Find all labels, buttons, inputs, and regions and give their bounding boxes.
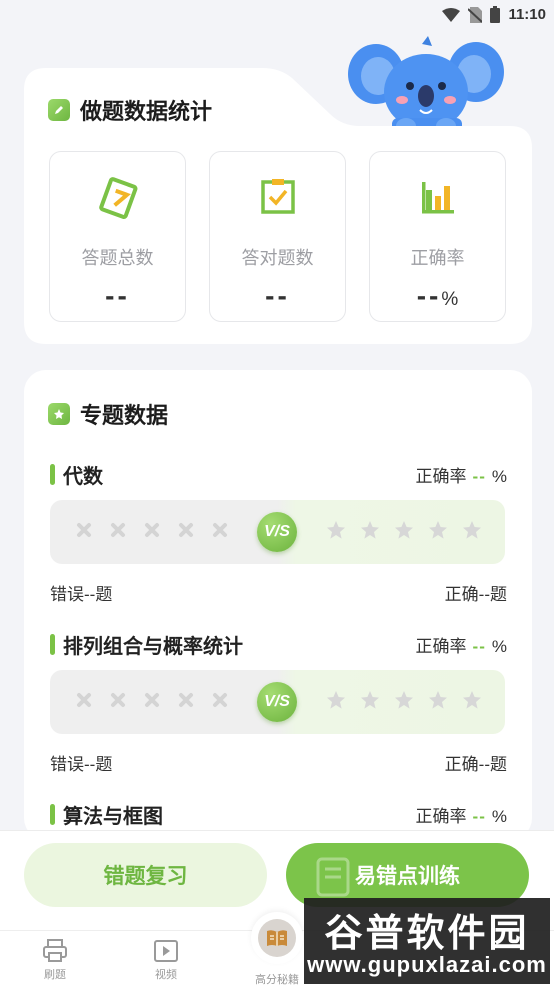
star-icon (429, 521, 447, 539)
tab-practice[interactable]: 刷题 (20, 939, 90, 982)
wifi-icon (442, 7, 461, 22)
cross-icon (179, 523, 193, 537)
tab-label: 视频 (155, 969, 177, 981)
high-score-book-button[interactable] (251, 912, 303, 964)
no-sim-icon (468, 6, 483, 23)
stat-label: 答对题数 (241, 248, 314, 268)
cross-icon (77, 693, 91, 707)
topic-name: 算法与框图 (63, 806, 163, 828)
clipboard-check-icon (260, 179, 295, 214)
cross-icon (111, 523, 125, 537)
wrong-question-review-button[interactable]: 错题复习 (24, 843, 267, 907)
tab-label: 高分秘籍 (255, 974, 299, 986)
cross-icon (179, 693, 193, 707)
topic-accuracy: 正确率 --% (415, 637, 507, 656)
topic-title: 专题数据 (80, 403, 169, 428)
topic-card: 专题数据 代数 正确率 --% V/S 错误--题 正确--题 排列组合与概率统… (24, 370, 532, 840)
progress-track: V/S (50, 670, 505, 734)
topic-name: 代数 (63, 466, 103, 488)
stat-label: 正确率 (410, 248, 465, 268)
cross-icon (111, 693, 125, 707)
correct-count: 正确--题 (444, 585, 507, 604)
watermark-title: 谷普软件园 (324, 913, 530, 955)
topic-accuracy: 正确率 --% (415, 467, 507, 486)
star-icon (327, 521, 345, 539)
star-badge-icon (48, 403, 70, 425)
wrong-count: 错误--题 (50, 585, 113, 604)
tab-label: 刷题 (44, 969, 66, 981)
star-icon (361, 521, 379, 539)
battery-icon (490, 6, 501, 23)
cross-icon (77, 523, 91, 537)
star-icon (361, 691, 379, 709)
vs-badge: V/S (257, 682, 297, 722)
correct-count: 正确--题 (444, 755, 507, 774)
bar-chart-icon (421, 182, 454, 214)
pencil-badge-icon (48, 99, 70, 121)
topic-section-title: 专题数据 (48, 398, 168, 430)
book-icon (267, 930, 287, 946)
tab-high-score-tips[interactable]: 高分秘籍 (242, 971, 312, 987)
star-icon (429, 691, 447, 709)
stats-section-title: 做题数据统计 (48, 94, 212, 126)
status-time: 11:10 (508, 6, 546, 23)
vs-badge: V/S (257, 512, 297, 552)
star-icon (395, 691, 413, 709)
status-bar: 11:10 (0, 0, 554, 30)
stat-correct-count: 答对题数 -- (209, 151, 346, 322)
document-icon (316, 857, 350, 897)
topic-name: 排列组合与概率统计 (63, 636, 243, 658)
stat-value: -- (105, 280, 130, 311)
watermark-url: www.gupuxlazai.com (307, 952, 547, 977)
star-icon (327, 691, 345, 709)
answer-sheet-icon (98, 177, 137, 219)
tab-video[interactable]: 视频 (131, 939, 201, 982)
printer-icon (43, 939, 67, 962)
wrong-count: 错误--题 (50, 755, 113, 774)
stat-value: -- (416, 280, 442, 311)
star-icon (395, 521, 413, 539)
train-label: 易错点训练 (355, 865, 460, 888)
progress-track: V/S (50, 500, 505, 564)
cross-icon (145, 523, 159, 537)
stat-total-answered: 答题总数 -- (49, 151, 186, 322)
topic-accuracy: 正确率 --% (415, 807, 507, 826)
stat-accuracy: 正确率 --% (369, 151, 506, 322)
star-icon (463, 521, 481, 539)
cross-icon (145, 693, 159, 707)
stat-unit: % (441, 289, 459, 310)
star-icon (463, 691, 481, 709)
stat-value: -- (265, 280, 290, 311)
site-watermark: 谷普软件园 www.gupuxlazai.com (304, 898, 550, 984)
cross-icon (213, 693, 227, 707)
stats-title: 做题数据统计 (80, 99, 213, 124)
stat-label: 答题总数 (81, 248, 154, 268)
cross-icon (213, 523, 227, 537)
video-icon (154, 940, 178, 962)
stats-card: 做题数据统计 答题总数 -- 答对题数 -- 正确率 --% (24, 68, 532, 344)
